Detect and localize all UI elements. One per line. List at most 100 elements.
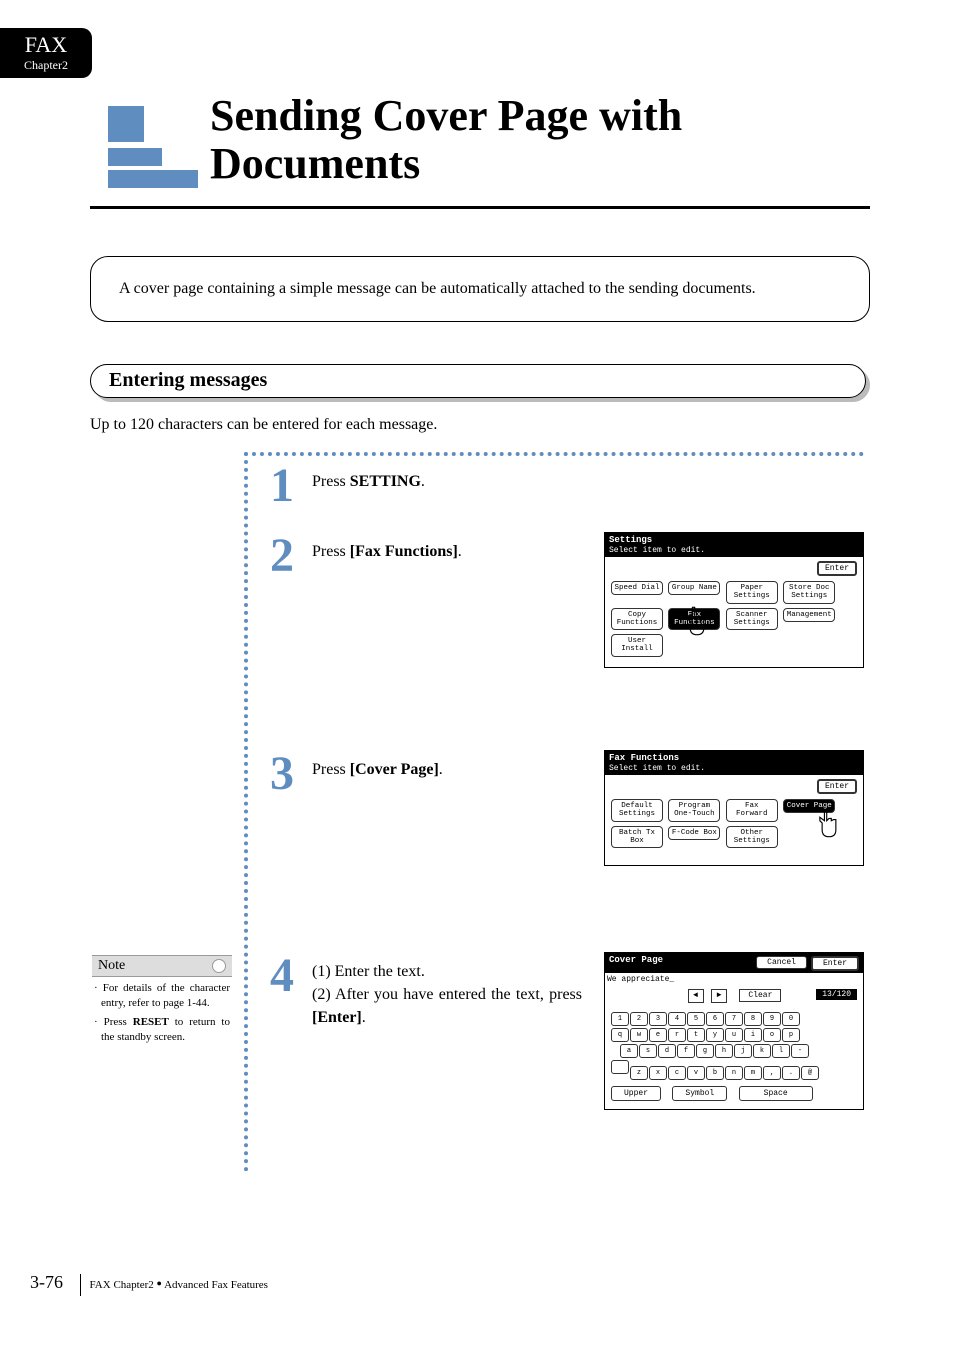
kb-key[interactable]: 0 xyxy=(782,1012,800,1026)
lcd-btn-management[interactable]: Management xyxy=(783,608,835,622)
lcd-enter-button[interactable]: Enter xyxy=(817,561,857,576)
kb-key[interactable]: @ xyxy=(801,1066,819,1080)
kb-key[interactable]: 3 xyxy=(649,1012,667,1026)
kb-key[interactable]: - xyxy=(791,1044,809,1058)
kb-key[interactable]: x xyxy=(649,1066,667,1080)
char-counter: 13/120 xyxy=(816,989,857,1000)
kb-key[interactable]: j xyxy=(734,1044,752,1058)
kb-key[interactable]: z xyxy=(630,1066,648,1080)
tab-title: FAX xyxy=(0,32,92,58)
step-number: 1 xyxy=(256,462,308,510)
subheading-note: Up to 120 characters can be entered for … xyxy=(90,416,437,434)
kb-key[interactable]: g xyxy=(696,1044,714,1058)
lcd-header: Fax Functions Select item to edit. xyxy=(605,751,863,775)
lcd-control-row: ◄ ► Clear 13/120 xyxy=(605,986,863,1006)
lcd-cancel-button[interactable]: Cancel xyxy=(756,956,807,969)
subheading-text: Entering messages xyxy=(90,364,866,398)
kb-key[interactable]: 8 xyxy=(744,1012,762,1026)
nav-right-button[interactable]: ► xyxy=(711,989,727,1003)
kb-key[interactable]: 9 xyxy=(763,1012,781,1026)
lcd-btn-program-onetouch[interactable]: Program One-Touch xyxy=(668,799,720,822)
lcd-enter-button[interactable]: Enter xyxy=(811,956,859,971)
note-body: · For details of the character entry, re… xyxy=(92,977,232,1052)
step-text: Press [Fax Functions]. xyxy=(312,532,582,563)
lcd-btn-fax-functions[interactable]: Fax Functions xyxy=(668,608,720,631)
intro-text: A cover page containing a simple message… xyxy=(119,280,756,297)
step-text: (1) Enter the text. (2) After you have e… xyxy=(312,952,582,1030)
page-number: 3-76 xyxy=(30,1272,63,1292)
lcd-btn-speed-dial[interactable]: Speed Dial xyxy=(611,581,663,595)
kb-key[interactable]: d xyxy=(658,1044,676,1058)
page-title: Sending Cover Page with Documents xyxy=(210,92,870,189)
kb-mode-space[interactable]: Space xyxy=(739,1086,813,1101)
chapter-tab: FAX Chapter2 xyxy=(0,28,92,78)
lcd-btn-store-doc[interactable]: Store Doc Settings xyxy=(783,581,835,604)
lcd-enter-button[interactable]: Enter xyxy=(817,779,857,794)
clear-button[interactable]: Clear xyxy=(739,989,781,1002)
lcd-btn-group-name[interactable]: Group Name xyxy=(668,581,720,595)
note-box: Note · For details of the character entr… xyxy=(92,955,232,1052)
kb-key[interactable]: 6 xyxy=(706,1012,724,1026)
kb-key[interactable]: i xyxy=(744,1028,762,1042)
dotted-horizontal xyxy=(244,452,864,456)
note-heading: Note xyxy=(92,955,232,977)
lcd-btn-fax-forward[interactable]: Fax Forward xyxy=(726,799,778,822)
kb-key[interactable]: 5 xyxy=(687,1012,705,1026)
lcd-header: Cover Page Enter Cancel xyxy=(605,953,863,973)
note-icon xyxy=(212,959,226,973)
title-rule xyxy=(90,206,870,209)
lcd-btn-scanner-settings[interactable]: Scanner Settings xyxy=(726,608,778,631)
kb-key[interactable]: c xyxy=(668,1066,686,1080)
lcd-text-input[interactable]: We appreciate_ xyxy=(605,973,863,986)
kb-key[interactable]: y xyxy=(706,1028,724,1042)
kb-key[interactable]: 7 xyxy=(725,1012,743,1026)
kb-key[interactable]: b xyxy=(706,1066,724,1080)
kb-key[interactable]: n xyxy=(725,1066,743,1080)
step-number: 2 xyxy=(256,532,308,580)
kb-key[interactable]: w xyxy=(630,1028,648,1042)
kb-key[interactable]: o xyxy=(763,1028,781,1042)
kb-key[interactable]: t xyxy=(687,1028,705,1042)
lcd-fax-functions-screen: Fax Functions Select item to edit. Enter… xyxy=(604,750,864,866)
kb-key[interactable]: f xyxy=(677,1044,695,1058)
lcd-cover-page-screen: Cover Page Enter Cancel We appreciate_ ◄… xyxy=(604,952,864,1110)
lcd-btn-default-settings[interactable]: Default Settings xyxy=(611,799,663,822)
kb-key[interactable]: q xyxy=(611,1028,629,1042)
kb-key[interactable]: k xyxy=(753,1044,771,1058)
kb-key[interactable]: , xyxy=(763,1066,781,1080)
kb-key[interactable]: e xyxy=(649,1028,667,1042)
lcd-btn-user-install[interactable]: User Install xyxy=(611,634,663,657)
kb-key[interactable]: a xyxy=(620,1044,638,1058)
step-text: Press SETTING. xyxy=(312,462,582,493)
subheading: Entering messages xyxy=(90,364,870,402)
lcd-btn-batch-tx[interactable]: Batch Tx Box xyxy=(611,826,663,849)
lcd-btn-other-settings[interactable]: Other Settings xyxy=(726,826,778,849)
kb-key[interactable]: s xyxy=(639,1044,657,1058)
kb-key[interactable]: 1 xyxy=(611,1012,629,1026)
kb-key[interactable]: r xyxy=(668,1028,686,1042)
nav-left-button[interactable]: ◄ xyxy=(688,989,704,1003)
step-3: 3 Press [Cover Page]. xyxy=(256,750,586,798)
kb-key[interactable]: u xyxy=(725,1028,743,1042)
lcd-btn-fcode-box[interactable]: F-Code Box xyxy=(668,826,720,840)
kb-key[interactable]: v xyxy=(687,1066,705,1080)
footer-dot: ● xyxy=(157,1278,162,1288)
lcd-btn-copy-functions[interactable]: Copy Functions xyxy=(611,608,663,631)
step-text: Press [Cover Page]. xyxy=(312,750,582,781)
lcd-header: Settings Select item to edit. xyxy=(605,533,863,557)
kb-key[interactable]: . xyxy=(782,1066,800,1080)
kb-mode-upper[interactable]: Upper xyxy=(611,1086,661,1101)
kb-key[interactable]: 2 xyxy=(630,1012,648,1026)
lcd-btn-cover-page[interactable]: Cover Page xyxy=(783,799,835,813)
kb-key[interactable]: h xyxy=(715,1044,733,1058)
kb-key[interactable]: p xyxy=(782,1028,800,1042)
kb-key[interactable]: l xyxy=(772,1044,790,1058)
intro-box: A cover page containing a simple message… xyxy=(90,256,870,322)
kb-key[interactable]: 4 xyxy=(668,1012,686,1026)
lcd-settings-screen: Settings Select item to edit. Enter Spee… xyxy=(604,532,864,668)
kb-key[interactable]: m xyxy=(744,1066,762,1080)
kb-mode-symbol[interactable]: Symbol xyxy=(672,1086,727,1101)
lcd-btn-paper-settings[interactable]: Paper Settings xyxy=(726,581,778,604)
kb-key[interactable] xyxy=(611,1060,629,1074)
note-item: · For details of the character entry, re… xyxy=(94,981,230,1011)
